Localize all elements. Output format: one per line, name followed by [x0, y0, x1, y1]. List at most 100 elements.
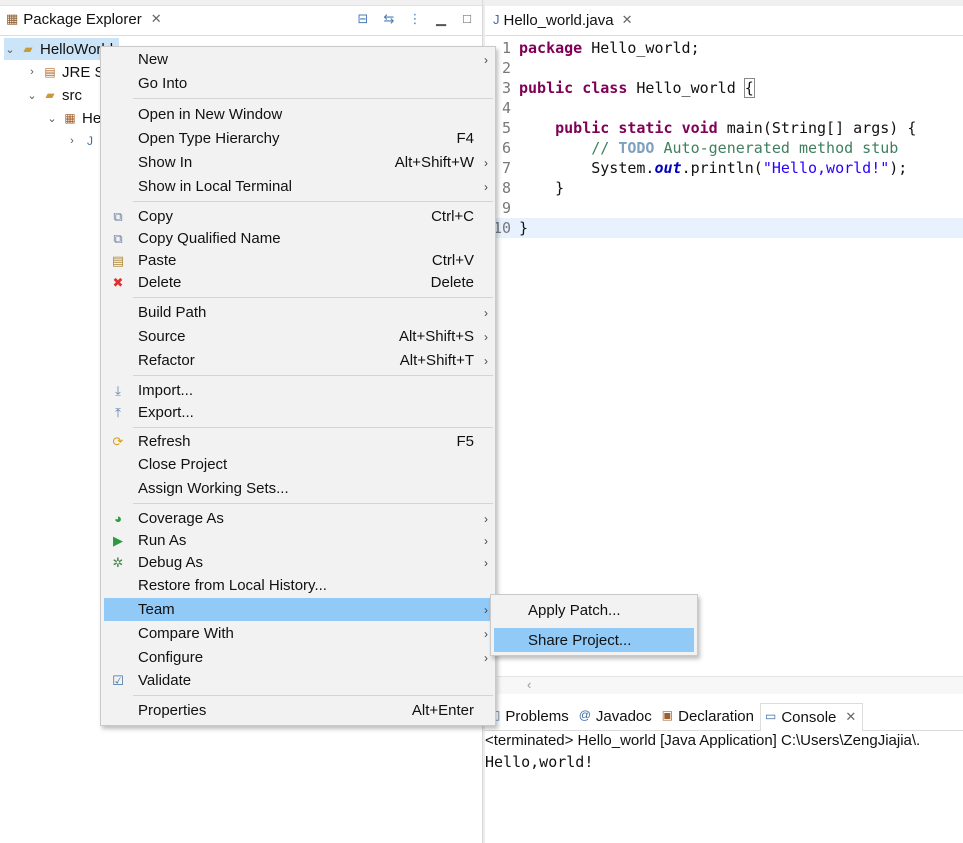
menu-separator — [133, 503, 493, 504]
refresh-icon: ⟳ — [112, 433, 124, 449]
code-line: 5 public static void main(String[] args)… — [485, 118, 963, 138]
menu-item-restore-from-local-history[interactable]: Restore from Local History... — [104, 574, 494, 597]
menu-item-validate[interactable]: ☑ Validate — [104, 669, 494, 692]
javadoc-at-icon: @ — [578, 708, 591, 722]
chevron-right-icon: › — [484, 555, 488, 570]
menu-item-apply-patch[interactable]: Apply Patch... — [494, 598, 694, 622]
tree-item-java-file[interactable]: › J — [66, 130, 102, 152]
checkbox-checked-icon: ☑ — [112, 672, 124, 688]
menu-item-paste[interactable]: ▤ Paste Ctrl+V — [104, 249, 494, 272]
bottom-panel-tabbar: ◧ Problems @ Javadoc ▣ Declaration ▭ Con… — [485, 703, 963, 731]
editor-horizontal-scrollbar[interactable]: ‹ — [497, 676, 963, 694]
chevron-right-icon: › — [484, 329, 488, 344]
tree-item-label: He — [82, 109, 102, 127]
chevron-right-icon: › — [484, 179, 488, 194]
menu-item-properties[interactable]: Properties Alt+Enter — [104, 699, 494, 722]
chevron-right-icon: › — [484, 511, 488, 526]
package-explorer-icon: ▦ — [6, 11, 19, 26]
close-icon[interactable]: ✕ — [845, 709, 856, 731]
menu-separator — [133, 427, 493, 428]
tree-item-src-folder[interactable]: ⌄ ▰ src — [26, 84, 82, 106]
tab-label: Problems — [505, 708, 569, 725]
menu-item-refactor[interactable]: Refactor Alt+Shift+T › — [104, 349, 494, 372]
package-explorer-tab-label: Package Explorer — [23, 11, 142, 28]
source-folder-icon: ▰ — [45, 88, 55, 102]
menu-item-source[interactable]: Source Alt+Shift+S › — [104, 325, 494, 348]
close-icon[interactable]: ✕ — [151, 11, 162, 27]
tab-console[interactable]: ▭ Console ✕ — [759, 703, 864, 731]
menu-item-go-into[interactable]: Go Into — [104, 72, 494, 95]
link-with-editor-icon[interactable]: ⇆ — [382, 11, 396, 27]
chevron-right-icon: › — [484, 155, 488, 170]
console-view[interactable]: <terminated> Hello_world [Java Applicati… — [485, 731, 963, 843]
code-line-current: 10} — [485, 218, 963, 238]
chevron-right-icon: › — [484, 602, 488, 617]
chevron-right-icon: › — [484, 533, 488, 548]
editor-tab-hello-world[interactable]: J Hello_world.java ✕ — [489, 6, 638, 36]
menu-item-open-in-new-window[interactable]: Open in New Window — [104, 103, 494, 126]
view-menu-icon[interactable]: ⋮ — [408, 11, 422, 27]
menu-item-copy-qualified-name[interactable]: ⧉ Copy Qualified Name — [104, 227, 494, 250]
chevron-down-icon[interactable]: ⌄ — [26, 89, 38, 102]
code-line: 7 System.out.println("Hello,world!"); — [485, 158, 963, 178]
menu-item-refresh[interactable]: ⟳ Refresh F5 — [104, 430, 494, 453]
console-status: <terminated> Hello_world [Java Applicati… — [485, 732, 921, 749]
chevron-right-icon: › — [484, 305, 488, 320]
code-line: 2 — [485, 58, 963, 78]
menu-item-assign-working-sets[interactable]: Assign Working Sets... — [104, 477, 494, 500]
menu-item-new[interactable]: New › — [104, 48, 494, 71]
chevron-left-icon[interactable]: ‹ — [527, 677, 531, 692]
maximize-icon[interactable]: □ — [460, 11, 474, 27]
close-icon[interactable]: ✕ — [622, 12, 633, 36]
paste-icon: ▤ — [111, 252, 125, 268]
menu-item-compare-with[interactable]: Compare With › — [104, 622, 494, 645]
collapse-all-icon[interactable]: ⊟ — [356, 11, 370, 27]
menu-item-configure[interactable]: Configure › — [104, 646, 494, 669]
menu-item-share-project[interactable]: Share Project... — [494, 628, 694, 652]
chevron-right-icon[interactable]: › — [66, 135, 78, 147]
menu-item-close-project[interactable]: Close Project — [104, 453, 494, 476]
chevron-right-icon[interactable]: › — [26, 66, 38, 78]
chevron-right-icon: › — [484, 353, 488, 368]
tab-label: Javadoc — [595, 708, 652, 725]
menu-separator — [133, 695, 493, 696]
tab-javadoc[interactable]: @ Javadoc — [575, 703, 658, 731]
editor-tabbar: J Hello_world.java ✕ — [485, 6, 963, 36]
menu-item-export[interactable]: ⤒ Export... — [104, 401, 494, 424]
coverage-icon: ◕ — [114, 511, 122, 526]
tree-item-label: src — [62, 86, 82, 104]
code-editor[interactable]: 1 package Hello_world; 2 3 public class He… — [485, 37, 963, 677]
copy-icon: ⧉ — [113, 208, 123, 224]
menu-item-open-type-hierarchy[interactable]: Open Type Hierarchy F4 — [104, 127, 494, 150]
package-icon: ▦ — [64, 111, 76, 125]
chevron-right-icon: › — [484, 650, 488, 665]
minimize-icon[interactable]: ▁ — [434, 11, 448, 27]
package-explorer-tab[interactable]: ▦ Package Explorer ✕ — [0, 6, 170, 36]
menu-item-show-in[interactable]: Show In Alt+Shift+W › — [104, 151, 494, 174]
chevron-down-icon[interactable]: ⌄ — [4, 43, 16, 56]
menu-item-coverage-as[interactable]: ◕ Coverage As › — [104, 507, 494, 530]
java-file-icon: J — [87, 134, 93, 148]
tree-item-jre-library[interactable]: › ▤ JRE S — [26, 61, 104, 83]
menu-item-delete[interactable]: ✖ Delete Delete — [104, 271, 494, 294]
tab-problems[interactable]: ◧ Problems — [485, 703, 575, 731]
editor-tab-label: Hello_world.java — [503, 12, 614, 29]
code-line: 4 — [485, 98, 963, 118]
tree-item-package[interactable]: ⌄ ▦ He — [46, 107, 101, 129]
menu-item-show-in-local-terminal[interactable]: Show in Local Terminal › — [104, 175, 494, 198]
library-icon: ▤ — [44, 65, 56, 79]
menu-item-build-path[interactable]: Build Path › — [104, 301, 494, 324]
context-menu: New › Go Into Open in New Window Open Typ… — [100, 46, 496, 726]
menu-item-debug-as[interactable]: ✲ Debug As › — [104, 551, 494, 574]
chevron-right-icon: › — [484, 52, 488, 67]
menu-item-copy[interactable]: ⧉ Copy Ctrl+C — [104, 205, 494, 228]
chevron-down-icon[interactable]: ⌄ — [46, 112, 58, 125]
tab-declaration[interactable]: ▣ Declaration — [658, 703, 760, 731]
menu-item-team[interactable]: Team › — [104, 598, 494, 621]
menu-separator — [133, 98, 493, 99]
project-folder-icon: ▰ — [23, 42, 33, 56]
code-line: 9 — [485, 198, 963, 218]
console-icon: ▭ — [764, 709, 777, 723]
menu-item-run-as[interactable]: ▶ Run As › — [104, 529, 494, 552]
menu-item-import[interactable]: ⤓ Import... — [104, 379, 494, 402]
